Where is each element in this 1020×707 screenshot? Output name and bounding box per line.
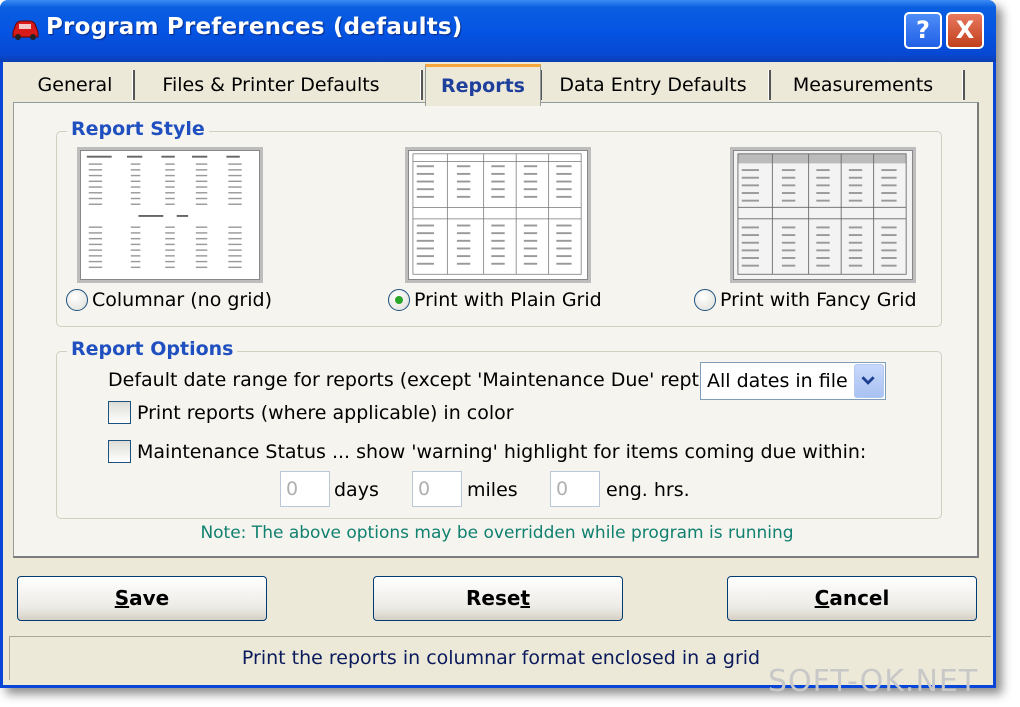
reset-hotkey: t	[520, 586, 530, 610]
plain-grid-preview-image[interactable]	[405, 147, 591, 283]
radio-columnar[interactable]: Columnar (no grid)	[66, 289, 272, 311]
radio-fancy-grid-label: Print with Fancy Grid	[720, 289, 917, 311]
cancel-hotkey: C	[814, 586, 830, 610]
fancy-grid-preview-image[interactable]	[730, 147, 916, 283]
save-hotkey: S	[114, 586, 130, 610]
color-checkbox-label: Print reports (where applicable) in colo…	[137, 401, 514, 424]
hours-label: eng. hrs.	[606, 479, 690, 501]
reports-tab-panel: Report Style Columnar (no grid) Print wi…	[13, 102, 979, 558]
warning-checkbox[interactable]	[108, 440, 131, 463]
tab-measurements[interactable]: Measurements	[783, 70, 943, 104]
save-label: ave	[129, 586, 170, 610]
preferences-window: Program Preferences (defaults) ? X Gener…	[0, 0, 996, 688]
radio-fancy-grid[interactable]: Print with Fancy Grid	[694, 289, 917, 311]
date-range-value: All dates in file	[707, 370, 848, 392]
radio-columnar-label: Columnar (no grid)	[92, 289, 272, 311]
hours-input[interactable]: 0	[550, 471, 600, 507]
radio-plain-grid[interactable]: Print with Plain Grid	[388, 289, 602, 311]
miles-value: 0	[418, 478, 431, 500]
tab-separator	[420, 70, 423, 100]
tab-separator	[768, 70, 771, 100]
watermark: SOFT-OK.NET	[768, 664, 979, 699]
days-label: days	[334, 479, 379, 501]
radio-button[interactable]	[66, 289, 88, 311]
radio-button[interactable]	[694, 289, 716, 311]
reset-button[interactable]: Reset	[373, 576, 623, 621]
tab-separator	[132, 70, 135, 100]
save-button[interactable]: Save	[17, 576, 267, 621]
radio-button[interactable]	[388, 289, 410, 311]
tab-separator	[962, 70, 965, 100]
tab-files-printer-defaults[interactable]: Files & Printer Defaults	[145, 70, 397, 104]
report-options-title: Report Options	[67, 338, 238, 360]
report-style-title: Report Style	[67, 118, 209, 140]
warning-checkbox-row[interactable]: Maintenance Status ... show 'warning' hi…	[108, 440, 866, 463]
help-button[interactable]: ?	[904, 12, 942, 49]
car-icon	[12, 20, 39, 40]
note-text: Note: The above options may be overridde…	[200, 523, 794, 543]
date-range-select[interactable]: All dates in file	[700, 362, 886, 400]
close-button[interactable]: X	[946, 12, 984, 49]
window-title: Program Preferences (defaults)	[46, 14, 463, 40]
tab-strip: General Files & Printer Defaults Reports…	[15, 64, 979, 106]
tab-reports[interactable]: Reports	[425, 64, 541, 106]
reset-label: Rese	[466, 586, 521, 610]
warning-checkbox-label: Maintenance Status ... show 'warning' hi…	[137, 440, 867, 463]
columnar-preview-image[interactable]	[77, 147, 263, 283]
hours-value: 0	[556, 478, 569, 500]
chevron-down-icon[interactable]	[854, 364, 884, 398]
cancel-label: ancel	[829, 586, 890, 610]
title-bar[interactable]: Program Preferences (defaults) ? X	[0, 0, 996, 62]
days-input[interactable]: 0	[280, 471, 330, 507]
tab-general[interactable]: General	[29, 70, 121, 104]
miles-input[interactable]: 0	[412, 471, 462, 507]
miles-label: miles	[467, 479, 518, 501]
color-checkbox-row[interactable]: Print reports (where applicable) in colo…	[108, 401, 514, 424]
cancel-button[interactable]: Cancel	[727, 576, 977, 621]
tab-data-entry-defaults[interactable]: Data Entry Defaults	[555, 70, 751, 104]
color-checkbox[interactable]	[108, 401, 131, 424]
days-value: 0	[286, 478, 299, 500]
radio-plain-grid-label: Print with Plain Grid	[414, 289, 602, 311]
date-range-label: Default date range for reports (except '…	[108, 369, 713, 391]
